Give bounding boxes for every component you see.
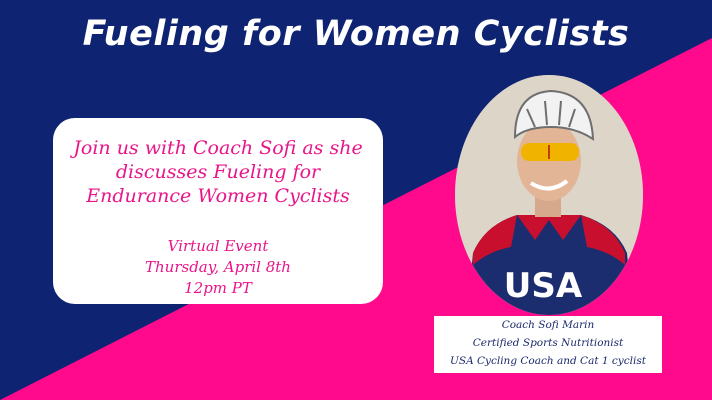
description-line: Endurance Women Cyclists xyxy=(86,185,350,207)
event-details: Virtual Event Thursday, April 8th 12pm P… xyxy=(53,236,383,299)
event-description: Join us with Coach Sofi as she discusses… xyxy=(53,136,383,208)
banner-title: Fueling for Women Cyclists xyxy=(82,14,630,54)
event-info-card: Join us with Coach Sofi as she discusses… xyxy=(53,118,383,304)
presenter-name: Coach Sofi Marin xyxy=(501,319,595,331)
jersey-usa-text: USA xyxy=(504,266,583,306)
event-banner: Fueling for Women Cyclists Join us with … xyxy=(0,0,712,400)
description-line: discusses Fueling for xyxy=(115,161,321,183)
event-time: 12pm PT xyxy=(184,279,252,297)
description-line: Join us with Coach Sofi as she xyxy=(73,137,363,159)
event-type: Virtual Event xyxy=(167,237,269,255)
presenter-credential: Certified Sports Nutritionist xyxy=(472,337,624,349)
presenter-photo: USA xyxy=(455,75,643,315)
presenter-credential: USA Cycling Coach and Cat 1 cyclist xyxy=(450,355,646,367)
presenter-caption: Coach Sofi Marin Certified Sports Nutrit… xyxy=(434,316,662,373)
event-date: Thursday, April 8th xyxy=(145,258,291,276)
